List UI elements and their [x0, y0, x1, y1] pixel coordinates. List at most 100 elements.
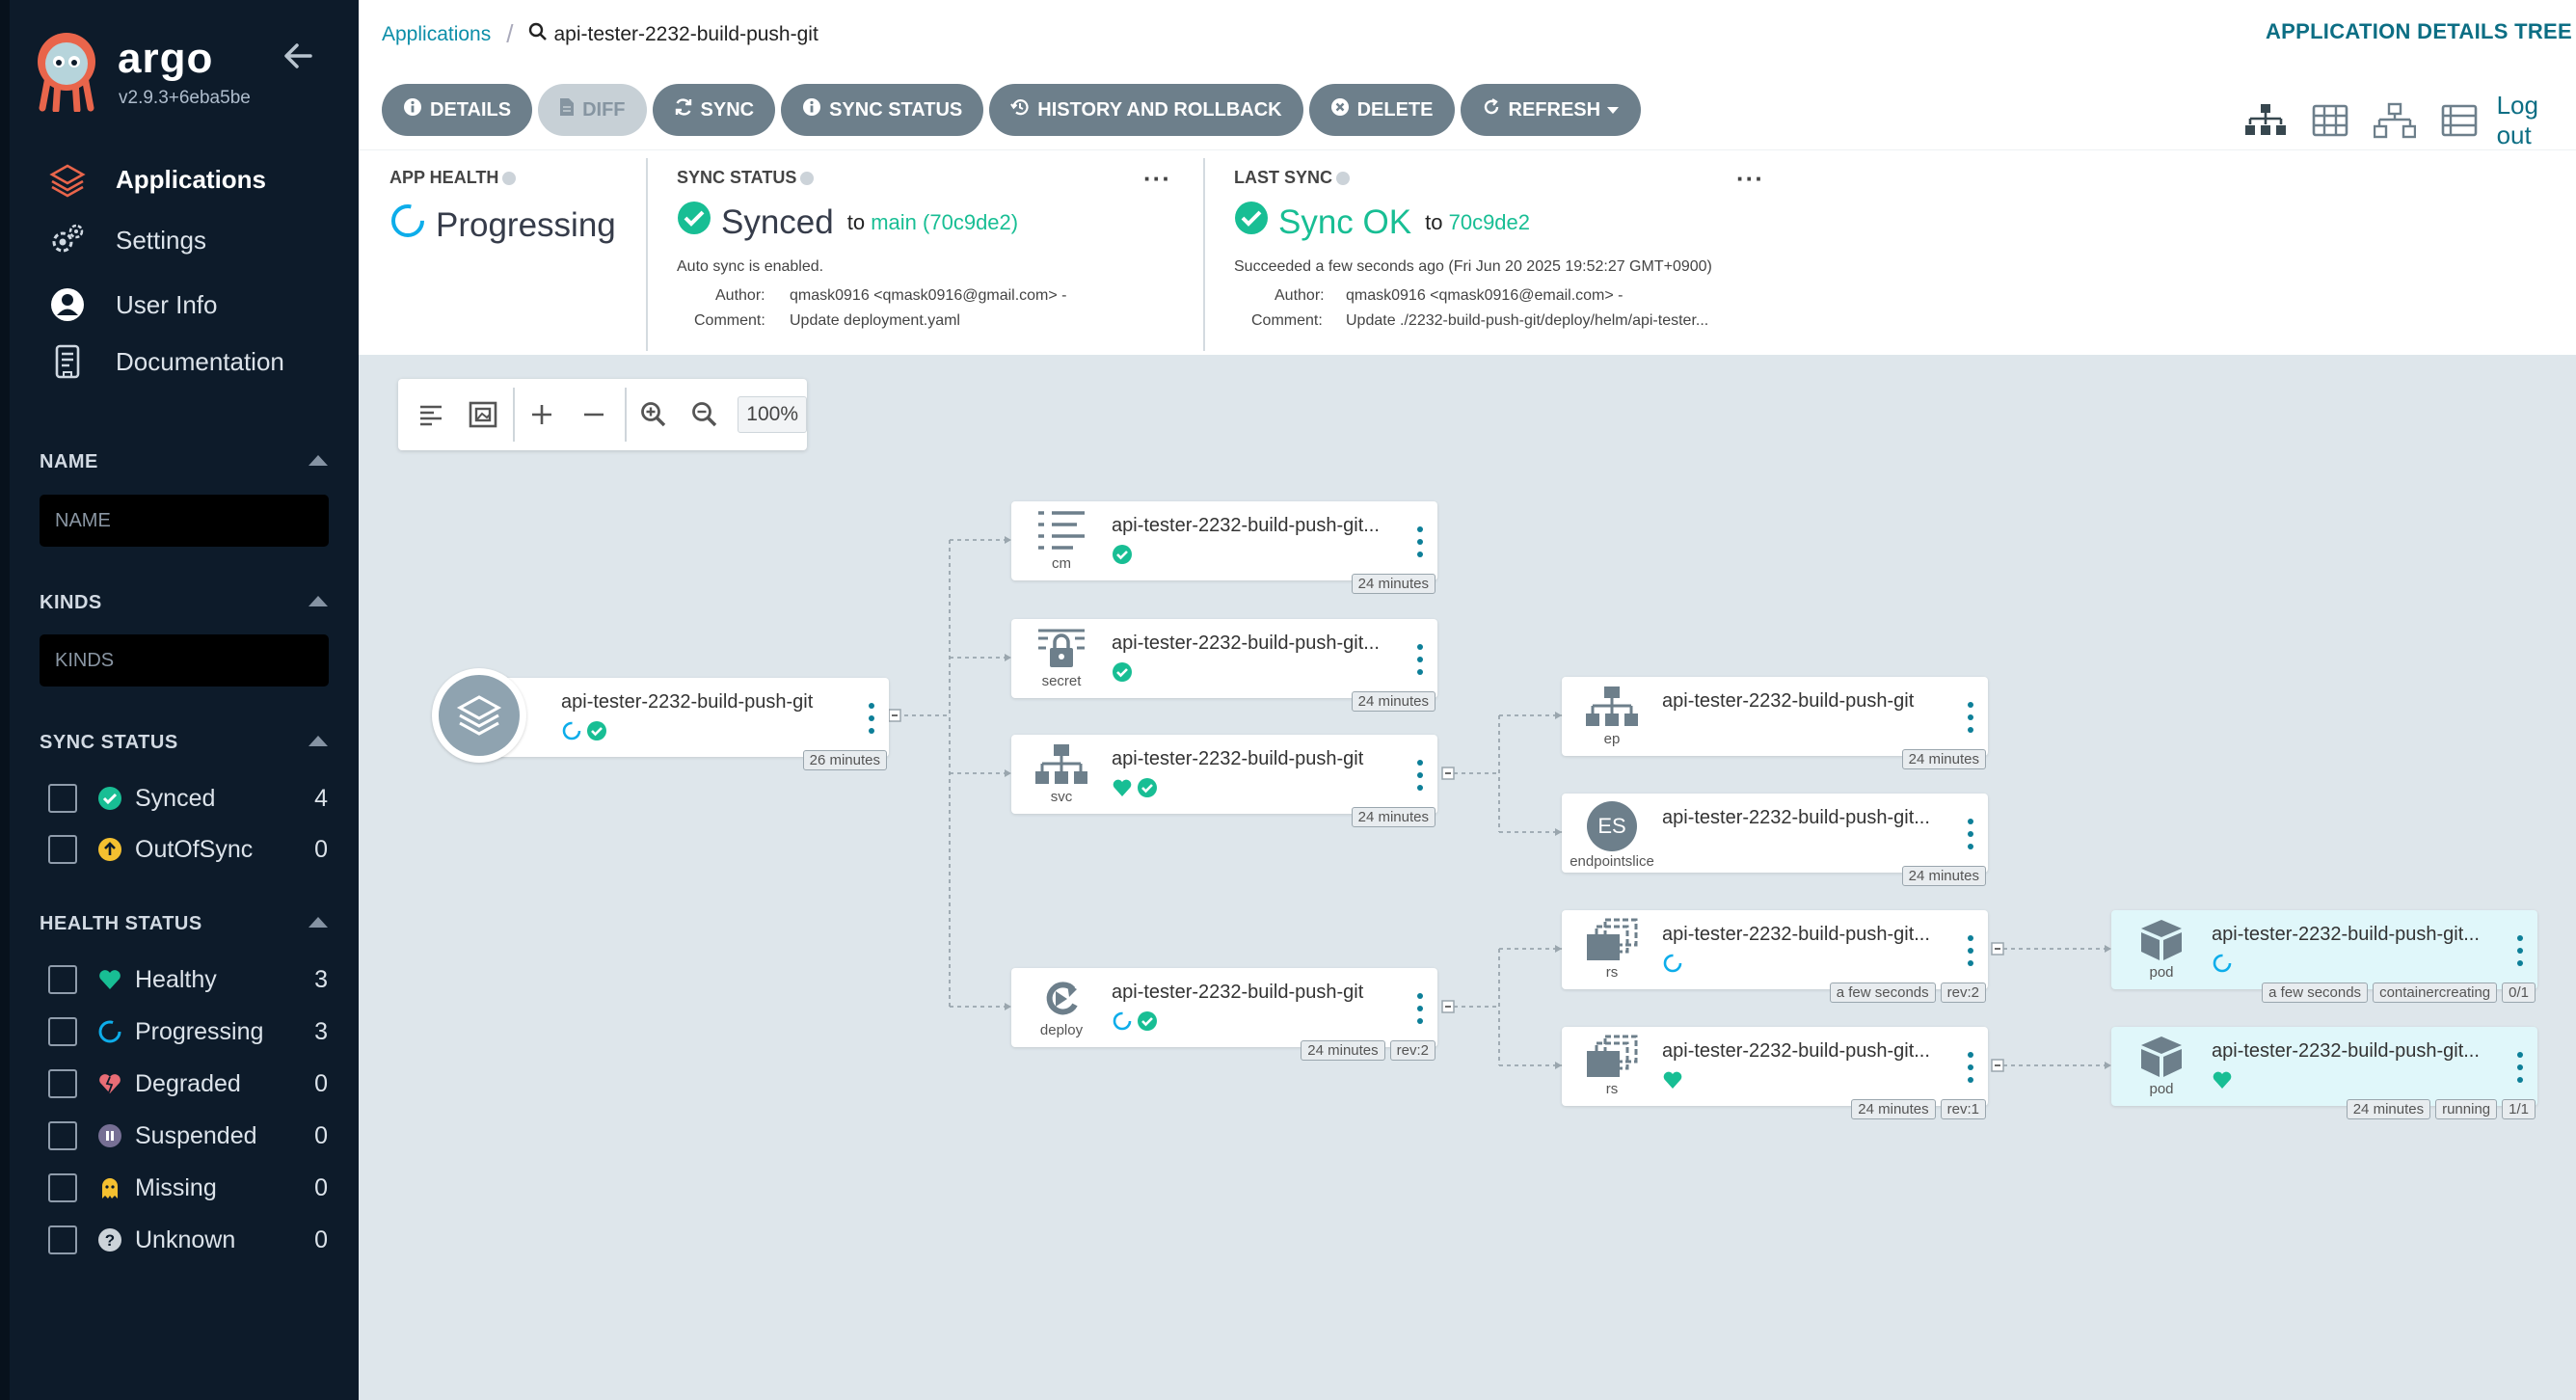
filter-synced[interactable]: Synced 4 [48, 781, 328, 816]
filter-synced-checkbox[interactable] [48, 784, 77, 813]
zoom-in-icon[interactable] [632, 393, 675, 436]
argo-logo-icon[interactable] [35, 29, 98, 114]
resource-node-replicaset[interactable]: rs api-tester-2232-build-push-git... 24 … [1562, 1027, 1988, 1119]
filter-unknown[interactable]: ? Unknown 0 [48, 1223, 328, 1257]
filter-synced-label: Synced [135, 784, 216, 812]
filter-healthy[interactable]: Healthy 3 [48, 962, 328, 997]
filter-outofsync-checkbox[interactable] [48, 835, 77, 864]
node-status [1662, 953, 1687, 974]
node-kebab-menu[interactable] [868, 703, 875, 734]
progress-ring-icon [389, 202, 426, 248]
sync-status-more-menu[interactable]: ··· [1143, 164, 1171, 194]
network-view-icon[interactable] [2373, 101, 2416, 140]
node-kebab-menu[interactable] [1416, 644, 1424, 675]
history-and-rollback-button[interactable]: HISTORY AND ROLLBACK [989, 84, 1303, 136]
tree-view-icon[interactable] [2244, 101, 2287, 140]
auto-sync-text: Auto sync is enabled. [677, 258, 824, 275]
filter-suspended-checkbox[interactable] [48, 1121, 77, 1150]
node-name: api-tester-2232-build-push-git... [1662, 807, 1930, 828]
delete-button[interactable]: DELETE [1308, 84, 1455, 136]
zoom-out-icon[interactable] [684, 393, 727, 436]
resource-node-endpoints[interactable]: ep api-tester-2232-build-push-git 24 min… [1562, 677, 1988, 769]
breadcrumb-applications-link[interactable]: Applications [382, 23, 491, 46]
breadcrumb-current-app[interactable]: api-tester-2232-build-push-git [553, 23, 818, 46]
diff-button[interactable]: DIFF [538, 84, 647, 136]
node-kebab-menu[interactable] [1967, 1052, 1974, 1083]
node-kind: rs [1605, 964, 1619, 981]
filter-degraded[interactable]: Degraded 0 [48, 1066, 328, 1101]
kinds-filter-input[interactable] [40, 634, 329, 687]
configmap-icon: cm [1023, 509, 1100, 579]
zoom-level[interactable]: 100% [738, 396, 807, 433]
sync-status-button[interactable]: SYNC STATUS [781, 84, 984, 136]
application-icon[interactable] [432, 668, 526, 763]
node-kebab-menu[interactable] [1416, 993, 1424, 1024]
resource-node-configmap[interactable]: cm api-tester-2232-build-push-git... 24 … [1011, 501, 1437, 594]
help-icon[interactable] [502, 172, 517, 186]
resource-node-pod[interactable]: pod api-tester-2232-build-push-git... 24… [2111, 1027, 2537, 1119]
sync-status-collapse-caret-icon[interactable] [309, 736, 328, 746]
details-button[interactable]: DETAILS [382, 84, 533, 136]
node-kebab-menu[interactable] [1967, 702, 1974, 733]
node-kebab-menu[interactable] [1416, 526, 1424, 557]
user-circle-icon [48, 285, 87, 324]
resource-node-pod[interactable]: pod api-tester-2232-build-push-git... a … [2111, 910, 2537, 1003]
node-kebab-menu[interactable] [1416, 760, 1424, 791]
sync-button[interactable]: SYNC [652, 84, 776, 136]
help-icon[interactable] [800, 172, 815, 186]
filter-progressing[interactable]: Progressing 3 [48, 1014, 328, 1049]
node-kebab-menu[interactable] [2516, 935, 2524, 966]
view-mode-switcher: Log out [2244, 91, 2576, 150]
filter-suspended[interactable]: Suspended 0 [48, 1118, 328, 1153]
refresh-button[interactable]: REFRESH [1460, 84, 1642, 136]
synced-check-icon [1113, 662, 1132, 682]
resource-node-application[interactable]: api-tester-2232-build-push-git 26 minute… [482, 678, 889, 770]
name-filter-collapse-caret-icon[interactable] [309, 455, 328, 466]
nav-user-info[interactable]: User Info [48, 283, 218, 326]
resource-node-secret[interactable]: secret api-tester-2232-build-push-git...… [1011, 619, 1437, 712]
nav-applications[interactable]: Applications [48, 158, 266, 201]
last-sync-revision-link[interactable]: 70c9de2 [1449, 210, 1530, 234]
filter-progressing-checkbox[interactable] [48, 1017, 77, 1046]
filter-healthy-checkbox[interactable] [48, 965, 77, 994]
nav-documentation[interactable]: Documentation [48, 340, 284, 383]
node-kind: cm [1052, 555, 1071, 572]
collapse-sidebar-arrow-icon[interactable] [282, 39, 316, 73]
node-kebab-menu[interactable] [1967, 819, 1974, 849]
filter-missing[interactable]: Missing 0 [48, 1171, 328, 1205]
grid-view-icon[interactable] [2310, 101, 2350, 140]
node-status [2212, 1069, 2237, 1090]
svc-collapse-toggle [1441, 767, 1455, 780]
kinds-filter-collapse-caret-icon[interactable] [309, 596, 328, 606]
resource-node-endpointslice[interactable]: ES endpointslice api-tester-2232-build-p… [1562, 794, 1988, 886]
health-status-collapse-caret-icon[interactable] [309, 917, 328, 928]
filter-missing-label: Missing [135, 1173, 217, 1201]
list-view-icon[interactable] [2439, 101, 2480, 140]
last-sync-more-menu[interactable]: ··· [1736, 164, 1764, 194]
log-out-link[interactable]: Log out [2497, 91, 2576, 150]
name-filter-input[interactable] [40, 495, 329, 547]
check-circle-icon [96, 785, 123, 812]
sync-revision-link[interactable]: main (70c9de2) [871, 210, 1018, 234]
kinds-filter-title: KINDS [40, 592, 102, 613]
filter-unknown-checkbox[interactable] [48, 1225, 77, 1254]
align-left-icon[interactable] [410, 393, 452, 436]
help-icon[interactable] [1336, 172, 1351, 186]
resource-node-replicaset[interactable]: rs api-tester-2232-build-push-git... a f… [1562, 910, 1988, 1003]
expand-plus-icon[interactable] [521, 393, 563, 436]
collapse-minus-icon[interactable] [573, 393, 615, 436]
filter-degraded-checkbox[interactable] [48, 1069, 77, 1098]
node-revision-tag: rev:2 [1389, 1040, 1436, 1061]
secret-icon: secret [1023, 627, 1100, 696]
resource-node-service[interactable]: svc api-tester-2232-build-push-git 24 mi… [1011, 735, 1437, 827]
last-sync-text: Sync OK [1278, 202, 1412, 241]
node-kebab-menu[interactable] [2516, 1052, 2524, 1083]
node-age-tag: 24 minutes [1901, 866, 1986, 886]
deploy-collapse-toggle [1441, 1000, 1455, 1013]
filter-missing-checkbox[interactable] [48, 1173, 77, 1202]
node-kebab-menu[interactable] [1967, 935, 1974, 966]
resource-node-deployment[interactable]: deploy api-tester-2232-build-push-git 24… [1011, 968, 1437, 1061]
fit-to-screen-icon[interactable] [462, 393, 504, 436]
filter-outofsync[interactable]: OutOfSync 0 [48, 832, 328, 867]
nav-settings[interactable]: Settings [48, 219, 206, 261]
